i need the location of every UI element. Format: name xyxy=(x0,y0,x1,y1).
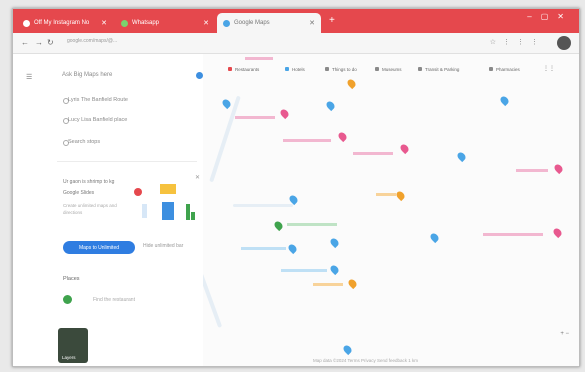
pharmacy-icon xyxy=(489,67,493,71)
direction-start[interactable]: Lyris The Banfield Route xyxy=(68,97,128,103)
tab-instagram[interactable]: Off My Instagram No ✕ xyxy=(17,13,113,33)
close-icon[interactable]: ✕ xyxy=(309,19,315,27)
tab-strip: Off My Instagram No ✕ Whatsapp ✕ Google … xyxy=(13,9,579,33)
place-item[interactable]: Find the restaurant xyxy=(93,297,135,303)
chip-transit[interactable]: Transit & Parking xyxy=(418,67,459,72)
search-icon[interactable] xyxy=(196,72,203,79)
promo-description: Create unlimited maps and directions xyxy=(63,203,117,215)
chip-restaurants[interactable]: Restaurants xyxy=(228,67,259,72)
new-tab-button[interactable]: + xyxy=(329,15,335,26)
back-icon[interactable]: ← xyxy=(21,38,29,47)
url-text: google.com/maps/@... xyxy=(67,38,118,44)
direction-add-stop[interactable]: Search stops xyxy=(68,139,100,145)
apps-grid-icon[interactable]: ⋮⋮ xyxy=(543,65,555,72)
browser-window: Off My Instagram No ✕ Whatsapp ✕ Google … xyxy=(12,8,580,367)
map-road xyxy=(209,95,241,183)
places-heading: Places xyxy=(63,276,80,282)
forward-icon[interactable]: → xyxy=(35,38,43,47)
zoom-controls[interactable]: + − xyxy=(560,331,569,337)
promo-illustration xyxy=(134,184,195,220)
chip-hotels[interactable]: Hotels xyxy=(285,67,305,72)
close-icon[interactable]: ✕ xyxy=(203,19,209,27)
map-place-label xyxy=(245,57,273,60)
chip-label: Hotels xyxy=(292,67,305,72)
museum-icon xyxy=(375,67,379,71)
window-controls[interactable]: –▢✕ xyxy=(527,12,573,21)
maps-icon xyxy=(223,19,230,27)
monitor-frame: Off My Instagram No ✕ Whatsapp ✕ Google … xyxy=(0,0,585,372)
map-place-label xyxy=(281,269,327,272)
map-place-label xyxy=(516,169,548,172)
map-place-label xyxy=(376,193,396,196)
chip-label: Things to do xyxy=(332,67,357,72)
whatsapp-icon xyxy=(121,19,128,27)
map-place-label xyxy=(353,152,393,155)
divider xyxy=(57,161,197,162)
promo-subtitle: Google Slides xyxy=(63,190,95,196)
chip-things[interactable]: Things to do xyxy=(325,67,357,72)
menu-icon[interactable]: ☰ xyxy=(26,73,32,81)
camera-icon xyxy=(325,67,329,71)
tab-label: Whatsapp xyxy=(132,20,160,26)
instagram-icon xyxy=(23,19,30,27)
map-place-label xyxy=(235,116,275,119)
extension-icons[interactable]: ☆⋮⋮⋮ xyxy=(490,38,545,46)
place-icon xyxy=(63,295,72,304)
hotel-icon xyxy=(285,67,289,71)
chip-label: Restaurants xyxy=(235,67,260,72)
button-label: Maps to Unlimited xyxy=(78,244,119,251)
transit-icon xyxy=(418,67,422,71)
map-road xyxy=(233,204,293,207)
address-bar[interactable]: google.com/maps/@... xyxy=(61,37,451,49)
map-place-label xyxy=(283,139,331,142)
map-place-label xyxy=(287,223,337,226)
direction-destination[interactable]: Lucy Lisa Banfield place xyxy=(68,117,127,123)
map-place-label xyxy=(313,283,343,286)
chip-museums[interactable]: Museums xyxy=(375,67,402,72)
maps-unlimited-button[interactable]: Maps to Unlimited xyxy=(63,241,135,254)
search-placeholder: Ask Big Maps here xyxy=(62,72,113,78)
chip-label: Transit & Parking xyxy=(425,67,460,72)
restaurant-icon xyxy=(228,67,232,71)
browser-toolbar: ← → ↻ google.com/maps/@... ☆⋮⋮⋮ xyxy=(13,33,579,54)
map-place-label xyxy=(483,233,543,236)
avatar[interactable] xyxy=(557,36,571,50)
chip-label: Museums xyxy=(382,67,402,72)
search-input[interactable]: Ask Big Maps here xyxy=(48,68,203,84)
map-attribution: Map data ©2024 Terms Privacy Send feedba… xyxy=(313,358,419,363)
tab-whatsapp[interactable]: Whatsapp ✕ xyxy=(115,13,215,33)
tab-label: Google Maps xyxy=(234,20,270,26)
chip-label: Pharmacies xyxy=(496,67,520,72)
map-place-label xyxy=(241,247,286,250)
reload-icon[interactable]: ↻ xyxy=(47,38,54,47)
chip-pharmacies[interactable]: Pharmacies xyxy=(489,67,520,72)
promo-title: Ur gaon is shrimp to kg xyxy=(63,179,115,185)
layers-button[interactable]: Layers xyxy=(58,328,88,363)
tab-label: Off My Instagram No xyxy=(34,20,90,26)
close-icon[interactable]: ✕ xyxy=(195,174,200,181)
hide-bar-link[interactable]: Hide unlimited bar xyxy=(143,243,183,249)
side-panel: ☰ Ask Big Maps here Lyris The Banfield R… xyxy=(13,54,203,366)
close-icon[interactable]: ✕ xyxy=(101,19,107,27)
tab-google-maps[interactable]: Google Maps ✕ xyxy=(217,13,321,33)
layers-label: Layers xyxy=(62,355,76,360)
